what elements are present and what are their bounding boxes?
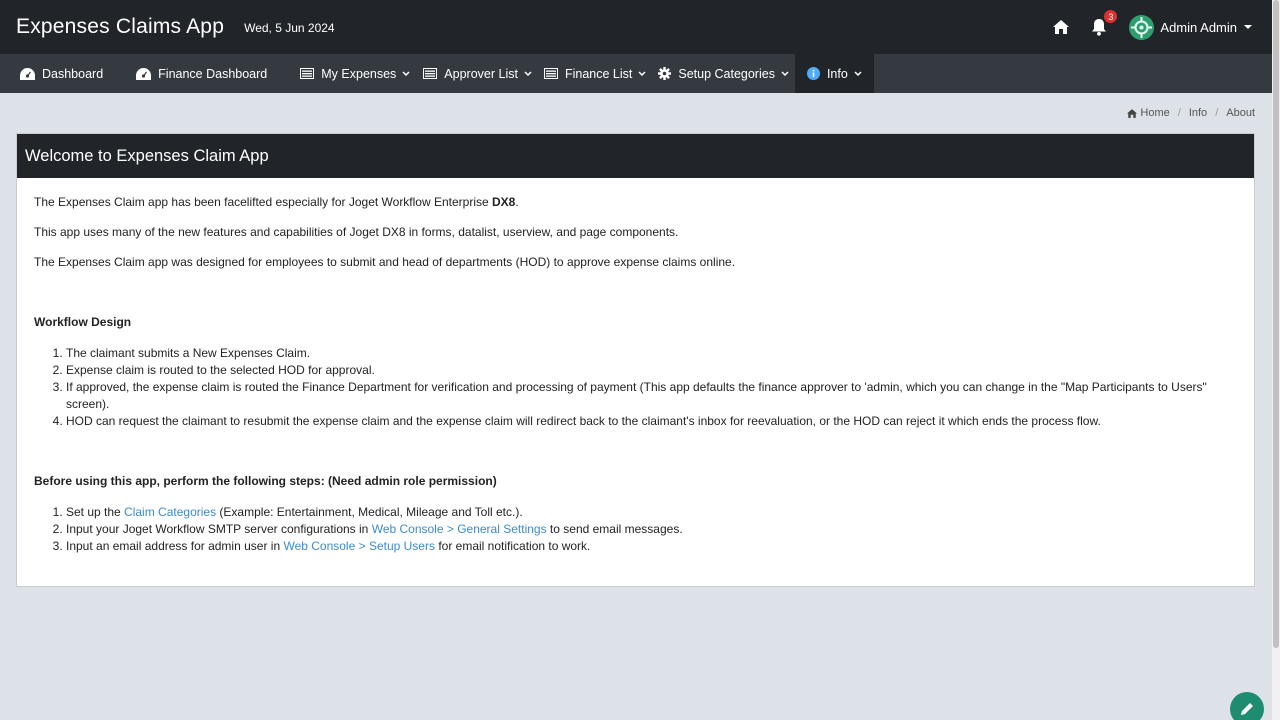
nav-approver-list[interactable]: Approver List	[423, 54, 532, 93]
home-icon	[1127, 108, 1138, 118]
chevron-down-icon	[638, 70, 646, 77]
app-title[interactable]: Expenses Claims App	[16, 15, 224, 39]
header-right: 3 Admin Admin	[1051, 10, 1252, 40]
nav-finance-list[interactable]: Finance List	[543, 54, 646, 93]
user-menu-caret-icon[interactable]	[1244, 25, 1252, 29]
main-nav: Dashboard Finance Dashboard My Expenses …	[0, 54, 1272, 93]
notification-count-badge: 3	[1104, 10, 1118, 23]
home-icon[interactable]	[1051, 17, 1071, 37]
top-header: Expenses Claims App Wed, 5 Jun 2024 3 Ad…	[0, 0, 1272, 54]
chevron-down-icon	[524, 70, 532, 77]
nav-label: Finance List	[564, 66, 633, 81]
nav-finance-dashboard[interactable]: Finance Dashboard	[136, 54, 267, 93]
header-date: Wed, 5 Jun 2024	[244, 21, 335, 35]
gear-icon	[658, 67, 672, 80]
intro-paragraph-2: This app uses many of the new features a…	[34, 225, 679, 239]
list-item: Set up the Claim Categories (Example: En…	[66, 504, 1237, 521]
list-item: If approved, the expense claim is routed…	[66, 379, 1237, 413]
claim-categories-link[interactable]: Claim Categories	[124, 505, 216, 519]
card-title: Welcome to Expenses Claim App	[17, 134, 1254, 178]
nav-label: Info	[826, 66, 848, 81]
pencil-icon	[1241, 703, 1253, 715]
nav-label: My Expenses	[321, 66, 397, 81]
info-icon	[806, 67, 820, 80]
bell-icon[interactable]: 3	[1089, 10, 1118, 37]
workflow-steps-list: The claimant submits a New Expenses Clai…	[34, 345, 1237, 430]
general-settings-link[interactable]: Web Console > General Settings	[372, 522, 547, 536]
list-icon	[543, 68, 558, 79]
breadcrumb-about: About	[1226, 107, 1255, 119]
list-item: Input your Joget Workflow SMTP server co…	[66, 521, 1237, 538]
edit-fab-button[interactable]	[1230, 692, 1264, 720]
breadcrumb-info[interactable]: Info	[1189, 107, 1207, 119]
nav-my-expenses[interactable]: My Expenses	[300, 54, 410, 93]
breadcrumb-home-label: Home	[1140, 107, 1170, 119]
setup-steps-list: Set up the Claim Categories (Example: En…	[34, 504, 1237, 555]
page-scrollbar[interactable]	[1272, 0, 1280, 720]
intro-paragraph-1: The Expenses Claim app has been facelift…	[34, 195, 519, 209]
breadcrumb-separator: /	[1177, 107, 1181, 119]
list-item: Input an email address for admin user in…	[66, 538, 1237, 555]
nav-label: Approver List	[444, 66, 518, 81]
list-item: The claimant submits a New Expenses Clai…	[66, 345, 1237, 362]
nav-label: Dashboard	[42, 66, 104, 81]
welcome-card: Welcome to Expenses Claim App The Expens…	[16, 133, 1255, 587]
setup-steps-heading: Before using this app, perform the follo…	[34, 474, 497, 488]
card-body: The Expenses Claim app has been facelift…	[17, 178, 1254, 572]
list-item: Expense claim is routed to the selected …	[66, 362, 1237, 379]
chevron-down-icon	[781, 70, 789, 77]
chevron-down-icon	[402, 70, 410, 77]
setup-users-link[interactable]: Web Console > Setup Users	[283, 539, 435, 553]
list-icon	[300, 68, 315, 79]
nav-label: Setup Categories	[678, 66, 775, 81]
intro-paragraph-3: The Expenses Claim app was designed for …	[34, 255, 736, 269]
list-item: HOD can request the claimant to resubmit…	[66, 413, 1237, 430]
dashboard-icon	[136, 67, 152, 80]
avatar[interactable]	[1129, 14, 1155, 40]
breadcrumb-separator: /	[1215, 107, 1219, 119]
scrollbar-thumb[interactable]	[1273, 0, 1279, 648]
dashboard-icon	[20, 67, 35, 80]
nav-dashboard[interactable]: Dashboard	[20, 54, 103, 93]
chevron-down-icon	[854, 70, 862, 77]
nav-setup-categories[interactable]: Setup Categories	[658, 54, 789, 93]
list-icon	[423, 68, 438, 79]
nav-label: Finance Dashboard	[158, 66, 268, 81]
breadcrumb-home[interactable]: Home	[1127, 107, 1170, 119]
nav-info[interactable]: Info	[794, 54, 874, 93]
workflow-heading: Workflow Design	[34, 315, 132, 329]
breadcrumb: Home / Info / About	[1127, 107, 1255, 119]
user-name[interactable]: Admin Admin	[1160, 20, 1237, 35]
